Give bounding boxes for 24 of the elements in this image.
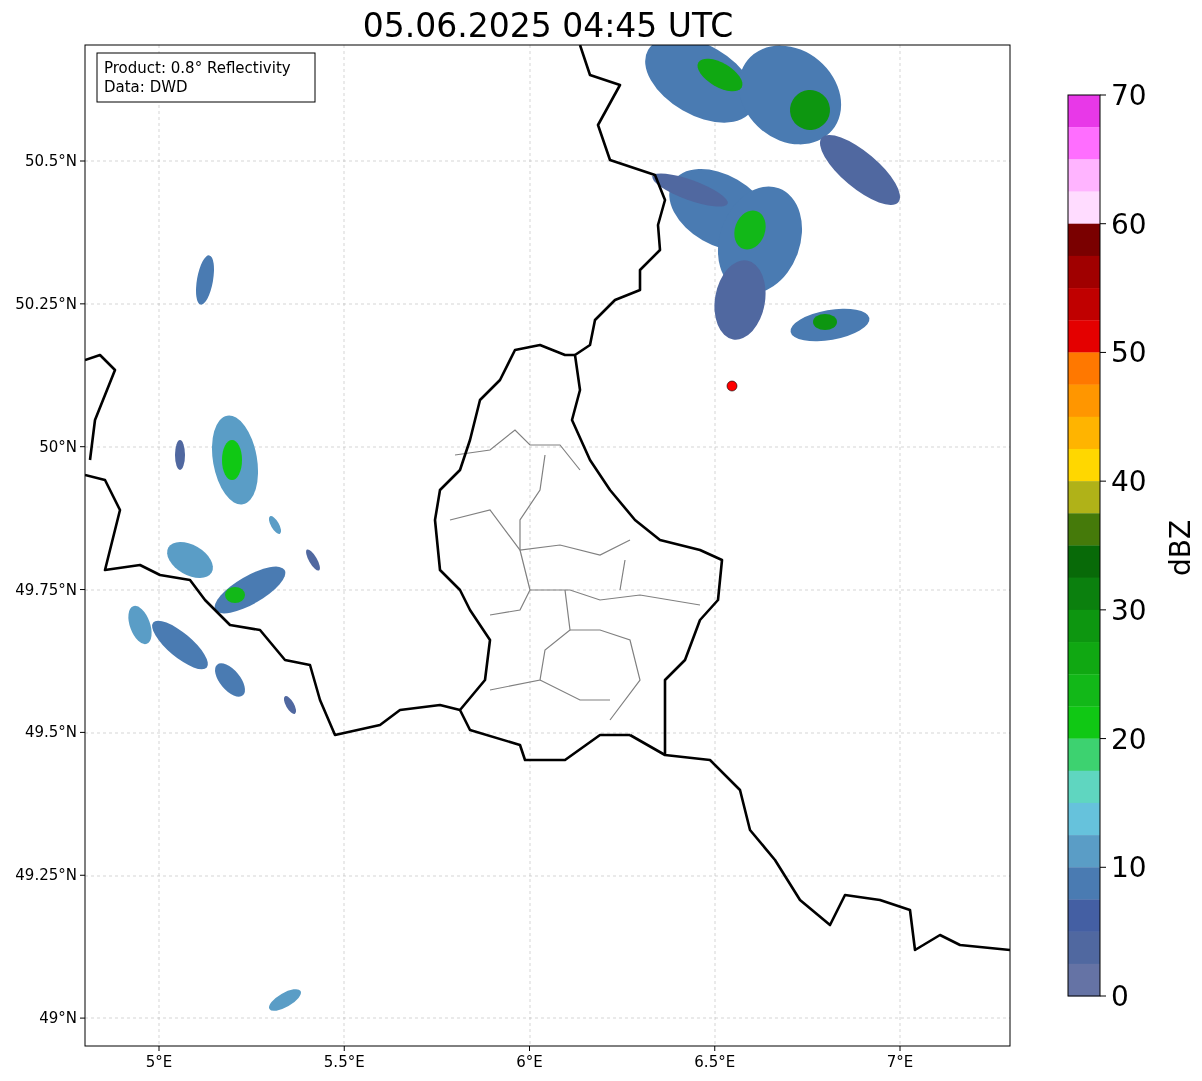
axis-tick-label: 50.5°N — [24, 152, 77, 170]
legend-text: Product: 0.8° Reflectivity — [104, 59, 291, 77]
axis-tick-label: 6.5°E — [694, 1053, 736, 1071]
axis-tick-label: 50.25°N — [15, 294, 77, 313]
axis-tick-label: 49.25°N — [15, 866, 77, 885]
axis-tick-label: 5.5°E — [323, 1053, 365, 1071]
colorbar-tick-label: 40 — [1111, 465, 1147, 499]
axis-tick-label: 49.5°N — [24, 723, 77, 742]
figure-title: 05.06.2025 04:45 UTC — [362, 6, 734, 45]
axis-tick-label: 7°E — [886, 1053, 914, 1071]
colorbar-tick-label: 0 — [1111, 980, 1129, 1013]
colorbar-tick-label: 50 — [1111, 336, 1147, 370]
colorbar-label: dBZ — [1164, 519, 1197, 577]
colorbar-tick-label: 20 — [1111, 722, 1147, 756]
legend-text: Data: DWD — [104, 78, 188, 96]
colorbar-tick-label: 30 — [1111, 593, 1147, 627]
axis-tick-label: 50°N — [39, 437, 77, 456]
colorbar-tick-label: 70 — [1111, 79, 1147, 112]
axis-tick-label: 6°E — [516, 1053, 543, 1071]
colorbar-tick-label: 10 — [1111, 851, 1147, 885]
axis-tick-label: 49.75°N — [15, 580, 77, 599]
axis-tick-label: 5°E — [145, 1053, 173, 1071]
axis-tick-label: 49°N — [39, 1009, 77, 1028]
colorbar-tick-label: 60 — [1111, 207, 1147, 241]
